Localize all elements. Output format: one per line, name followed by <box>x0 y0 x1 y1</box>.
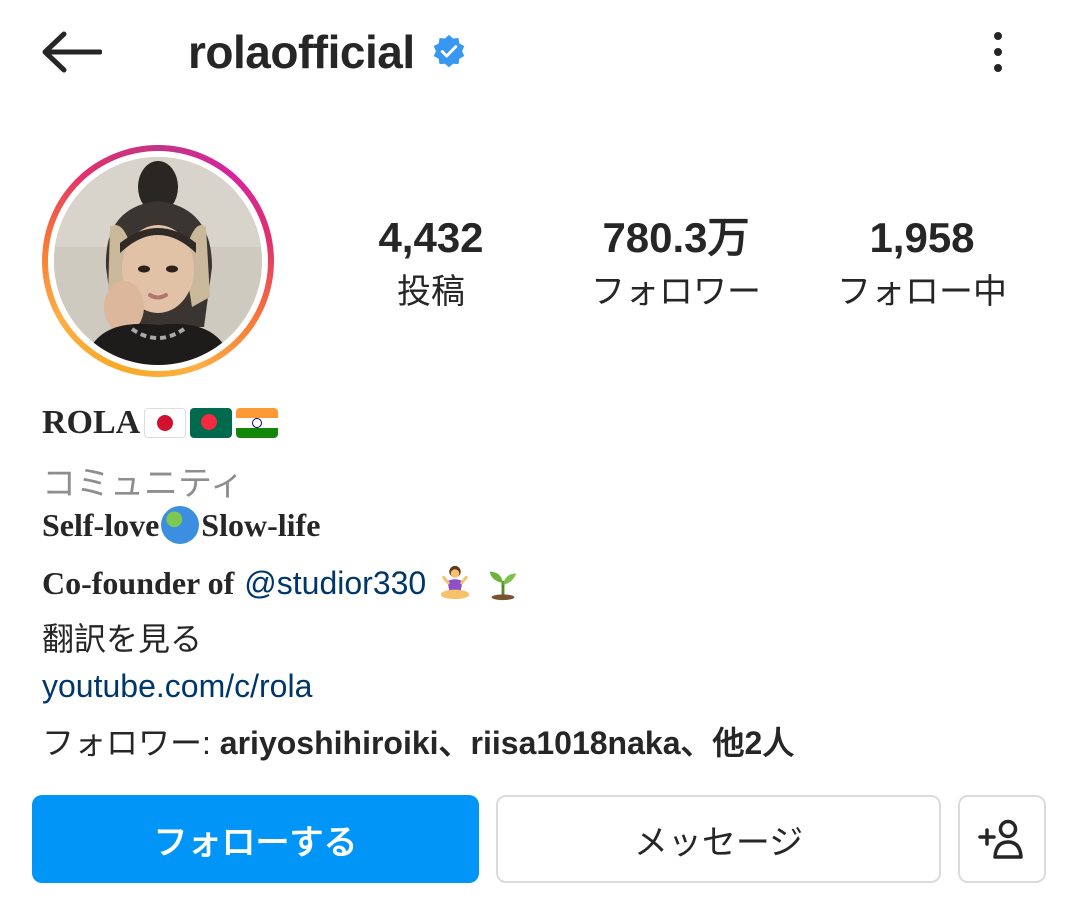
meditation-icon <box>440 565 470 600</box>
see-translation-link[interactable]: 翻訳を見る <box>42 614 202 660</box>
verified-badge-icon <box>433 34 464 68</box>
suggested-accounts-button[interactable] <box>958 795 1046 883</box>
followers-label: フォロワー <box>591 273 761 311</box>
avatar <box>54 157 262 365</box>
message-button[interactable]: メッセージ <box>496 795 941 883</box>
followers-count: 780.3万 <box>602 214 750 261</box>
seedling-icon <box>489 571 517 601</box>
display-name: ROLA <box>42 404 141 441</box>
avatar-story-ring[interactable] <box>42 145 274 377</box>
following-label: フォロー中 <box>837 273 1007 311</box>
india-flag-icon <box>236 408 279 438</box>
globe-icon <box>161 506 200 544</box>
back-button[interactable] <box>40 24 110 80</box>
following-count: 1,958 <box>869 214 975 261</box>
profile-category: コミュニティ <box>42 465 244 503</box>
japan-flag-icon <box>144 408 187 438</box>
mention-link[interactable]: @studior330 <box>244 565 426 602</box>
stat-posts[interactable]: 4,432 投稿 <box>331 212 531 316</box>
username: rolaofficial <box>188 26 415 78</box>
bio-line-1: Self-love Slow-life <box>42 506 320 544</box>
profile-name: ROLA <box>42 404 279 442</box>
more-options-button[interactable] <box>976 26 1020 78</box>
follow-button[interactable]: フォローする <box>32 795 479 883</box>
followed-by[interactable]: フォロワー: ariyoshihiroiki、riisa1018naka、他2人 <box>42 718 794 764</box>
more-vertical-icon <box>994 32 1002 40</box>
stat-followers[interactable]: 780.3万 フォロワー <box>576 212 776 316</box>
follow-button-label: フォローする <box>153 823 358 862</box>
bio-line-2: Co-founder of @studior330 <box>42 564 522 602</box>
arrow-left-icon <box>42 31 102 73</box>
posts-count: 4,432 <box>378 214 484 261</box>
followed-by-prefix: フォロワー: <box>42 725 220 761</box>
message-button-label: メッセージ <box>633 823 804 862</box>
bio-link[interactable]: youtube.com/c/rola <box>42 668 312 705</box>
bangladesh-flag-icon <box>190 408 233 438</box>
bio-self-love: Self-love <box>42 506 160 543</box>
add-person-icon <box>978 819 1023 859</box>
posts-label: 投稿 <box>397 273 465 311</box>
profile-page: rolaofficial 4,432 投稿 780.3万 フォロワー 1,958… <box>0 0 1080 907</box>
avatar-gap <box>48 151 268 371</box>
followed-by-names: ariyoshihiroiki、riisa1018naka、他2人 <box>219 725 795 761</box>
more-dot <box>994 64 1002 72</box>
more-dot <box>994 48 1002 56</box>
stat-following[interactable]: 1,958 フォロー中 <box>822 212 1022 316</box>
bio-slow-life: Slow-life <box>201 506 321 543</box>
profile-header: rolaofficial <box>188 20 467 84</box>
avatar-photo <box>54 157 262 365</box>
bio-cofounder: Co-founder of <box>42 564 235 601</box>
